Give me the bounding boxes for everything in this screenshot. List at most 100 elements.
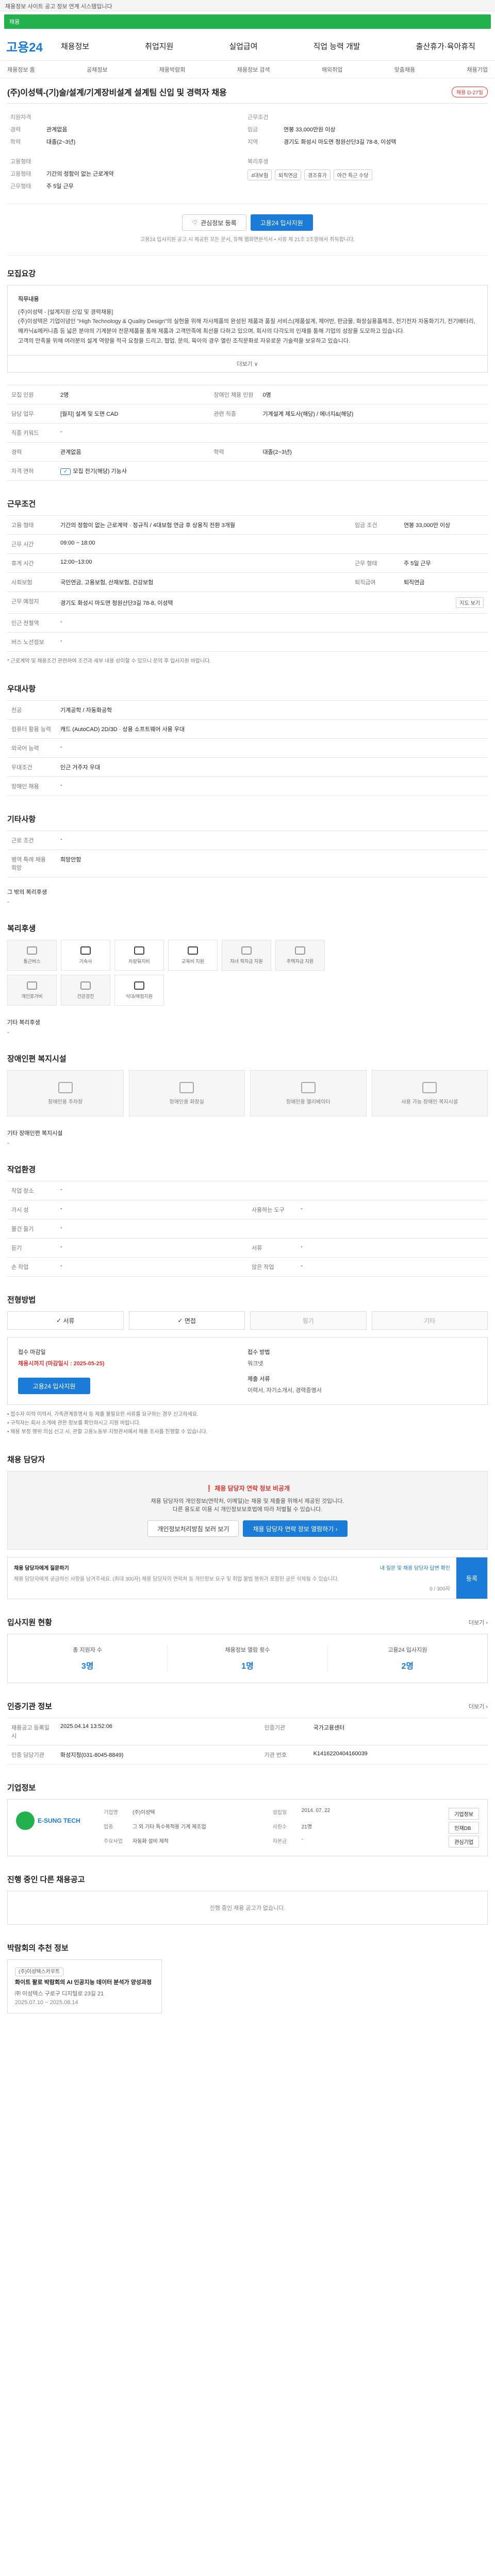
row-value: 퇴직연금 [399,572,488,592]
row-key: 사용하는 도구 [248,1200,296,1219]
other-jobs-empty: 진행 중인 채용 공고가 없습니다. [7,1891,488,1925]
qa-submit-button[interactable]: 등록 [456,1557,487,1599]
row-key: 전공 [7,700,56,720]
company-buttons: 기업정보 인재DB 관심기업 [449,1808,479,1848]
row-value: ✓ 모집 전기(해당) 기능사 [56,461,488,481]
subnav-item[interactable]: 채용박람회 [159,65,186,74]
welfare-heading: 복리후생 [248,159,269,165]
check-icon: ✓ [56,1317,63,1325]
method-value: 워크넷 [248,1361,263,1367]
dorm-icon [80,946,91,955]
parking-icon [58,1081,73,1093]
row-key: 기관 번호 [260,1745,309,1765]
cert-more-link[interactable]: 더보기 › [469,1702,488,1710]
recommend-card[interactable]: (주)이성텍스카우트 화이트 팔로 박람회의 AI 인공지능 데이터 분석가 양… [7,1959,162,2014]
disability-card-label: 장애인용 화장실 [169,1099,204,1105]
table-row: 근무 예정지 경기도 화성시 마도면 청원산단3길 78-8, 이성텍 지도 보기 [7,591,488,614]
dday-badge: 채용 D-27일 [451,86,488,97]
subnav-item[interactable]: 채용정보 홈 [7,65,35,74]
site-header: 고용24 채용정보 취업지원 실업급여 직업 능력 개발 출산휴가·육아휴직 [0,32,495,61]
stat-label: 총 지원자 수 [73,1647,103,1654]
scrap-button[interactable]: ♡ 관심정보 등록 [182,214,246,231]
education-icon [188,946,198,955]
row-key: 앉은 작업 [248,1257,296,1277]
box-line: (주)이성텍 - [설계지원 신입 및 경력채용] [18,309,113,315]
row-key: 컴퓨터 활용 능력 [7,719,56,739]
view-contact-button[interactable]: 채용 담당자 연락 정보 열람하기 › [243,1520,348,1537]
main-nav: 채용정보 취업지원 실업급여 직업 능력 개발 출산휴가·육아휴직 [58,41,489,52]
row-key: 장애인 채용 [7,776,56,796]
interest-company-button[interactable]: 관심기업 [449,1836,479,1848]
service-bar-label[interactable]: 채용 [4,14,491,29]
row-value: 주 5일 근무 [399,553,488,573]
bus-icon [27,946,37,955]
stat-value: 3명 [81,1662,94,1671]
row-value: - [56,632,488,652]
row-value: K1416220404160039 [309,1745,488,1765]
row-value: 기간의 정함이 없는 근로계약 · 정규직 / 4대보험 연금 후 상용직 전환… [56,515,351,535]
license-text: 모집 전기(해당) 기능사 [73,468,127,475]
talent-db-button[interactable]: 인재DB [449,1822,479,1834]
nav-item[interactable]: 실업급여 [226,41,260,52]
table-row: 고용 형태 기간의 정함이 없는 근로계약 · 정규직 / 4대보험 연금 후 상… [7,515,488,535]
welfare-card-label: 주택자금 지원 [286,958,314,964]
apply-right: 접수 방법 워크넷 제출 서류 이력서, 자기소개서, 경력증명서 [248,1348,477,1394]
row-key: 자격 면허 [7,461,56,481]
row-value: 캐드 (AutoCAD) 2D/3D · 상용 소프트웨어 사용 우대 [56,719,488,739]
table-row: 전공 기계공학 / 자동화공학 [7,700,488,720]
stat-label: 고용24 입사지원 [388,1647,427,1654]
apply-button-2[interactable]: 고용24 입사지원 [18,1378,90,1395]
qa-link[interactable]: 내 질문 및 채용 담당자 답변 확인 [380,1564,450,1571]
process-steps: ✓ 서류 ✓ 면접 필기 기타 [7,1311,488,1330]
apply-button[interactable]: 고용24 입사지원 [250,214,313,231]
company-logo-mark [16,1811,35,1831]
subnav-item[interactable]: 맞춤채용 [394,65,415,74]
summary-value: 연봉 33,000만원 이상 [284,127,336,133]
subnav-item[interactable]: 채용기업 [467,65,487,74]
house-icon [295,946,305,955]
summary-right: 근무조건 임금 연봉 33,000만원 이상 지역 경기도 화성시 마도면 청원산단… [248,113,485,194]
table-row: 휴게 시간 12:00~13:00 근무 형태 주 5일 근무 [7,553,488,573]
disability-section: 장애인편 복지시설 장애인용 주차장 장애인용 화장실 장애인용 엘리베이터 사… [7,1041,488,1151]
subnav-item[interactable]: 채용정보 검색 [237,65,270,74]
page: 채용정보 사이트 공고 정보 연계 시스템입니다 채용 고용24 채용정보 취업… [0,0,495,2029]
qa-input[interactable]: 채용 담당자에게 질문하기 내 질문 및 채용 담당자 답변 확인 채용 담당자… [8,1557,456,1599]
more-button[interactable]: 더보기 ∨ [7,355,488,373]
table-row: 가시 성 - 사용하는 도구 - [7,1200,488,1219]
status-heading: 입사지원 현황 [7,1618,52,1628]
row-value: - [56,776,488,796]
site-logo[interactable]: 고용24 [6,37,58,55]
privacy-button[interactable]: 개인정보처리방침 보러 보기 [147,1520,239,1537]
map-button[interactable]: 지도 보기 [456,597,484,608]
row-key: 손 작업 [7,1257,56,1277]
nav-item[interactable]: 채용정보 [58,41,92,52]
process-section: 전형방법 ✓ 서류 ✓ 면접 필기 기타 접수 마감일 채용시까지 (마감일시 … [7,1282,488,1442]
row-key: 휴게 시간 [7,553,56,573]
alert-buttons: 개인정보처리방침 보러 보기 채용 담당자 연락 정보 열람하기 › [13,1513,482,1537]
table-row: 손 작업 - 앉은 작업 - [7,1257,488,1277]
qa-count: 0 / 300자 [430,1586,450,1592]
company-info-button[interactable]: 기업정보 [449,1808,479,1820]
recommend-title: 화이트 팔로 박람회의 AI 인공지능 데이터 분석가 양성과정 [15,1979,152,1986]
nav-item[interactable]: 직업 능력 개발 [310,41,363,52]
welfare-section: 복리후생 통근버스 기숙사 차량유지비 교육비 지원 자녀 학자금 지원 주택자… [7,910,488,1041]
company-heading: 기업정보 [7,1784,36,1793]
row-value: - [296,1238,488,1258]
table-row: 모집 인원 2명 장애인 채용 인원 0명 [7,385,488,404]
meal-icon [134,981,144,990]
nav-item[interactable]: 출산휴가·육아휴직 [413,41,478,52]
row-value: 경기도 화성시 마도면 청원산단3길 78-8, 이성텍 지도 보기 [56,591,488,614]
row-key: 고용 형태 [7,515,56,535]
welfare-tag: 퇴직연금 [275,170,301,180]
subnav-item[interactable]: 해외취업 [322,65,342,74]
welfare-tag: 야간 특근 수당 [333,170,372,180]
status-more-link[interactable]: 더보기 › [469,1618,488,1626]
row-value: - [56,613,488,633]
sub-nav: 채용정보 홈 공채정보 채용박람회 채용정보 검색 해외취업 맞춤채용 채용기업 [0,61,495,78]
recommend-section: 박람회의 추천 정보 (주)이성텍스카우트 화이트 팔로 박람회의 AI 인공지… [7,1930,488,2029]
nav-item[interactable]: 취업지원 [142,41,176,52]
subnav-item[interactable]: 공채정보 [87,65,107,74]
action-buttons: ♡ 관심정보 등록 고용24 입사지원 [7,204,488,235]
info-key: 주요사업 [104,1838,123,1844]
qa-placeholder: 채용 담당자에게 궁금하신 사항을 남겨주세요. (최대 300자) 채용 담당… [14,1577,339,1583]
